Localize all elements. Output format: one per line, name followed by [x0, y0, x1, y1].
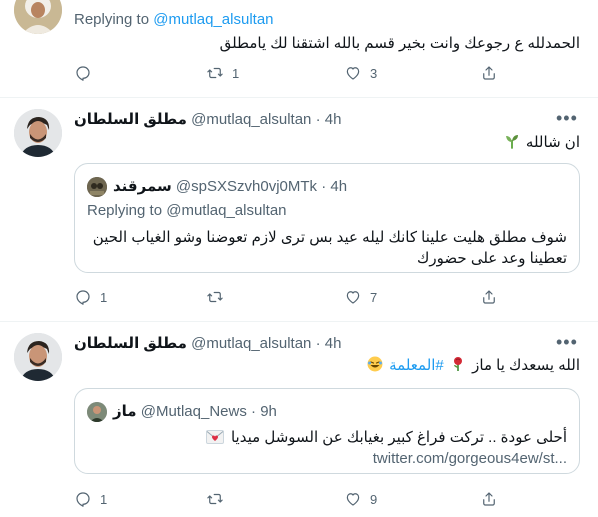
quoted-header: ماز @Mutlaq_News · 9h — [113, 402, 277, 422]
retweet-icon — [207, 493, 223, 505]
more-options-icon[interactable]: ••• — [556, 333, 578, 351]
quoted-replying-to: Replying to @mutlaq_alsultan — [87, 201, 287, 221]
rose-icon — [453, 357, 462, 371]
more-options-icon[interactable]: ••• — [556, 109, 578, 127]
avatar-image — [14, 333, 62, 381]
quoted-avatar-image — [87, 177, 107, 197]
heart-icon — [346, 67, 360, 80]
separator-dot: · — [315, 335, 321, 352]
avatar[interactable] — [14, 0, 62, 34]
retweet-button[interactable] — [206, 288, 232, 306]
tweet-text-row: ان شالله — [74, 133, 580, 153]
love-letter-icon — [205, 430, 224, 444]
quoted-avatar[interactable] — [87, 402, 107, 422]
quoted-text-row: أحلى عودة .. تركت فراغ كبير بغيابك عن ال… — [87, 427, 567, 469]
quoted-handle: @Mutlaq_News — [140, 403, 247, 420]
quoted-text: شوف مطلق هليت علينا كانك ليله عيد بس ترى… — [92, 229, 567, 267]
timestamp[interactable]: 4h — [325, 111, 342, 128]
reply-count: 1 — [100, 289, 108, 305]
retweet-count: 1 — [232, 65, 240, 81]
quoted-timestamp: 4h — [330, 178, 348, 195]
quoted-header: سمرقند @spSXSzvh0vj0MTk · 4h — [113, 177, 347, 197]
replying-prefix: Replying to — [74, 11, 150, 28]
quoted-avatar-image — [87, 402, 107, 422]
replying-prefix: Replying to — [87, 202, 163, 219]
reply-icon — [76, 66, 90, 81]
reply-count: 1 — [100, 491, 108, 507]
share-button[interactable] — [480, 288, 506, 306]
tweet-text: الله يسعدك يا ماز — [472, 357, 580, 374]
laughing-face-icon — [367, 356, 383, 372]
quoted-tweet[interactable]: ماز @Mutlaq_News · 9h أحلى عودة .. تركت … — [74, 388, 580, 474]
replying-to: Replying to @mutlaq_alsultan — [74, 10, 274, 30]
quoted-timestamp: 9h — [260, 403, 277, 420]
quoted-tweet[interactable]: سمرقند @spSXSzvh0vj0MTk · 4h Replying to… — [74, 163, 580, 273]
like-count: 3 — [370, 65, 378, 81]
user-handle[interactable]: @mutlaq_alsultan — [191, 111, 311, 128]
share-icon — [483, 492, 495, 506]
quoted-display-name: سمرقند — [113, 178, 172, 195]
like-count: 9 — [370, 491, 378, 507]
tweet-text: الحمدلله ع رجوعك وانت بخير قسم بالله اشت… — [219, 35, 580, 52]
share-icon — [483, 290, 495, 304]
share-button[interactable] — [480, 64, 506, 82]
like-button[interactable]: 7 — [344, 288, 377, 306]
tweet-text-row: الله يسعدك يا ماز #المعلمة — [74, 356, 580, 376]
reply-button[interactable]: 1 — [74, 288, 107, 306]
retweet-icon — [207, 67, 223, 79]
hashtag-link[interactable]: #المعلمة — [389, 357, 444, 374]
tweet-header: مطلق السلطان @mutlaq_alsultan · 4h — [74, 334, 341, 354]
avatar-image — [14, 109, 62, 157]
share-button[interactable] — [480, 490, 506, 508]
replying-handle-link[interactable]: @mutlaq_alsultan — [153, 11, 273, 28]
tweet-divider — [0, 321, 598, 322]
heart-icon — [346, 291, 360, 304]
quoted-display-name: ماز — [113, 403, 137, 420]
avatar[interactable] — [14, 109, 62, 157]
timestamp[interactable]: 4h — [325, 335, 342, 352]
separator-dot: · — [251, 403, 257, 420]
quoted-avatar[interactable] — [87, 177, 107, 197]
quoted-link[interactable]: twitter.com/gorgeous4ew/st... — [373, 450, 567, 467]
avatar-image — [14, 0, 62, 34]
tweet-divider — [0, 97, 598, 98]
display-name[interactable]: مطلق السلطان — [74, 111, 187, 128]
like-count: 7 — [370, 289, 378, 305]
like-button[interactable]: 9 — [344, 490, 377, 508]
retweet-icon — [207, 291, 223, 303]
separator-dot: · — [315, 111, 321, 128]
tweet-text: ان شالله — [525, 134, 580, 151]
heart-icon — [346, 493, 360, 506]
user-handle[interactable]: @mutlaq_alsultan — [191, 335, 311, 352]
tweet-header: مطلق السلطان @mutlaq_alsultan · 4h — [74, 110, 341, 130]
replying-handle: @mutlaq_alsultan — [166, 202, 287, 219]
reply-button[interactable]: 1 — [74, 490, 107, 508]
separator-dot: · — [321, 178, 327, 195]
reply-button[interactable] — [74, 64, 100, 82]
reply-icon — [76, 290, 90, 305]
quoted-text: أحلى عودة .. تركت فراغ كبير بغيابك عن ال… — [230, 429, 567, 446]
quoted-handle: @spSXSzvh0vj0MTk — [175, 178, 318, 195]
like-button[interactable]: 3 — [344, 64, 377, 82]
share-icon — [483, 66, 495, 80]
reply-icon — [76, 492, 90, 507]
seedling-icon — [505, 135, 518, 149]
display-name[interactable]: مطلق السلطان — [74, 335, 187, 352]
avatar[interactable] — [14, 333, 62, 381]
retweet-button[interactable] — [206, 490, 232, 508]
retweet-button[interactable]: 1 — [206, 64, 239, 82]
